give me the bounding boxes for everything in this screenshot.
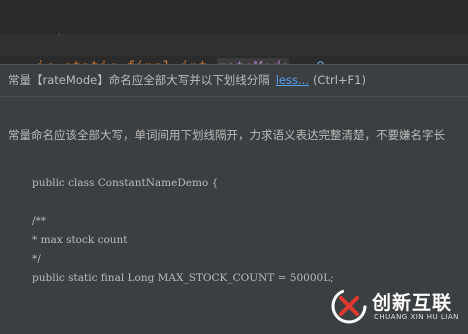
shortcut-hint: (Ctrl+F1) xyxy=(312,73,366,87)
watermark: 创新互联 CHUANG XIN HU LIAN xyxy=(330,285,466,329)
popup-divider xyxy=(0,96,468,97)
example-line-6: public static final Long MAX_STOCK_COUNT… xyxy=(32,272,334,284)
code-line-2[interactable]: ic static final int rateMode = 0; xyxy=(0,34,468,76)
code-line-1[interactable]: nsient xyxy=(0,7,90,49)
example-line-4: * max stock count xyxy=(32,234,128,246)
watermark-en: CHUANG XIN HU LIAN xyxy=(374,313,459,321)
less-link[interactable]: less... xyxy=(276,73,309,87)
popup-title: 常量【rateMode】命名应全部大写并以下划线分隔 xyxy=(8,73,270,87)
code-editor[interactable]: nsient ic static final int rateMode = 0; xyxy=(0,0,468,76)
example-line-5: */ xyxy=(32,253,41,265)
example-line-1: public class ConstantNameDemo { xyxy=(32,177,219,189)
brand-logo-icon xyxy=(331,288,367,324)
watermark-cn: 创新互联 xyxy=(372,292,453,314)
popup-header: 常量【rateMode】命名应全部大写并以下划线分隔 less... (Ctrl+F… xyxy=(8,71,366,89)
popup-description: 常量命名应该全部大写，单词间用下划线隔开，力求语义表达完整清楚，不要嫌名字长 xyxy=(8,128,445,142)
example-line-3: /** xyxy=(32,215,47,227)
